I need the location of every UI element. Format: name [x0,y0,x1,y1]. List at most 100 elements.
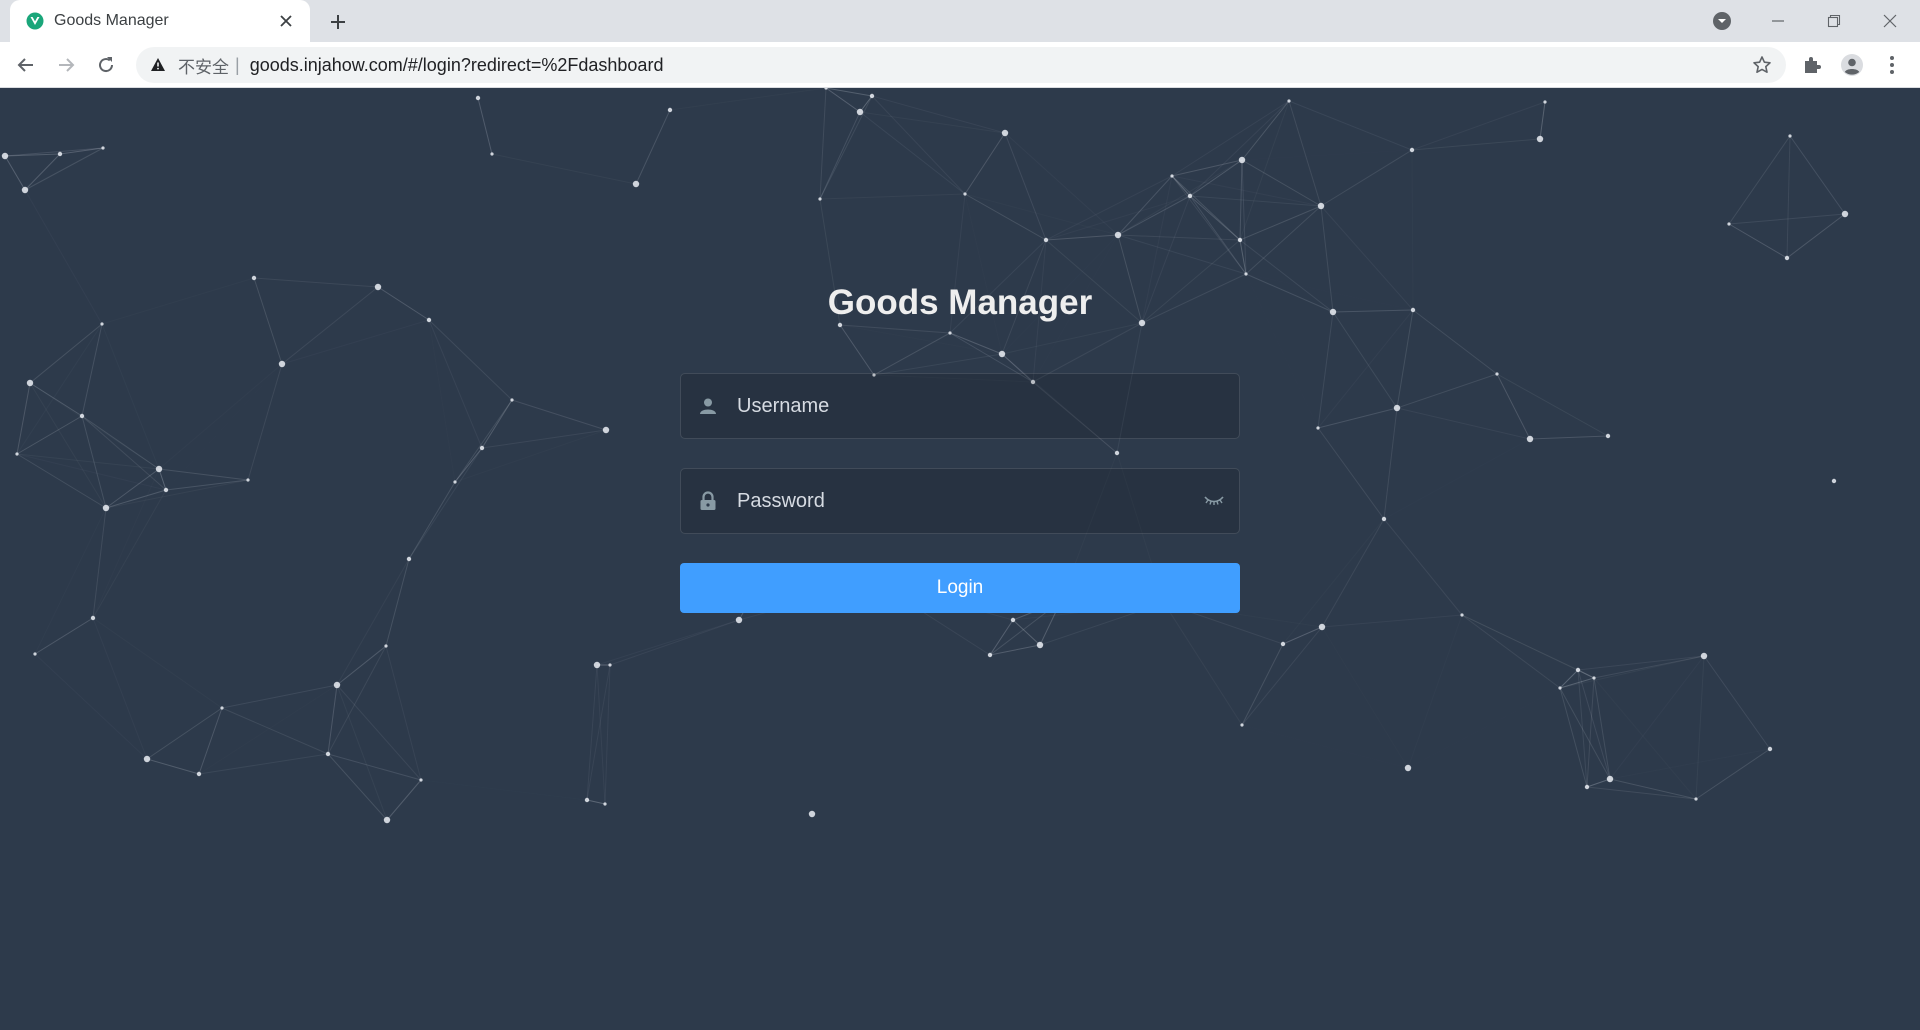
password-input[interactable] [735,470,1199,532]
network-dot-66 [26,379,34,387]
tab-search-chevron-icon[interactable] [1710,9,1734,33]
password-field [680,468,1240,534]
new-tab-plus-icon[interactable] [324,8,352,36]
network-dot-4 [475,95,481,101]
network-line-91 [1384,439,1530,519]
network-line-212 [198,753,329,775]
network-line-89 [1529,435,1609,440]
network-line-80 [1317,311,1334,429]
network-dot-58 [479,445,485,451]
network-line-90 [1396,407,1531,440]
security-label[interactable]: 不安全 [178,53,229,78]
network-dot-3 [21,186,29,194]
network-dot-83 [384,644,388,648]
network-line-122 [1383,407,1398,520]
network-dot-98 [1788,134,1792,138]
network-line-94 [1728,135,1791,225]
network-dot-0 [1,152,9,160]
network-dot-60 [374,283,382,291]
network-dot-24 [1329,308,1337,316]
network-line-186 [29,382,107,509]
page-title: Goods Manager [827,283,1093,322]
network-line-154 [596,619,740,666]
network-line-250 [1586,778,1611,788]
login-button[interactable]: Login [680,563,1240,613]
username-input[interactable] [735,375,1239,437]
network-dot-23 [1244,272,1248,276]
network-dot-86 [603,802,607,806]
network-line-180 [17,324,102,454]
network-line-210 [198,707,223,775]
network-dot-11 [818,197,822,201]
network-dot-80 [419,778,423,782]
kebab-menu-icon[interactable] [1876,49,1908,81]
network-dot-32 [963,192,967,196]
network-dot-49 [1010,617,1016,623]
network-line-228 [586,664,598,801]
network-dot-92 [1694,797,1698,801]
network-line-61 [1320,149,1413,207]
network-line-81 [1332,311,1398,409]
network-dot-16 [1187,193,1193,199]
network-line-242 [1703,655,1771,750]
network-dot-20 [1543,100,1547,104]
network-dot-33 [1114,231,1122,239]
network-line-6 [25,190,102,324]
warning-triangle-icon [148,55,168,75]
minimize-icon[interactable] [1750,0,1806,42]
network-line-145 [989,619,1014,656]
puzzle-icon[interactable] [1796,49,1828,81]
back-arrow-icon[interactable] [10,49,42,81]
network-line-97 [1786,135,1791,259]
network-line-206 [93,618,222,708]
star-icon[interactable] [1746,49,1778,81]
forward-arrow-icon[interactable] [50,49,82,81]
url-text[interactable]: goods.injahow.com/#/login?redirect=%2Fda… [250,55,1746,76]
tab-close-icon[interactable] [274,9,298,33]
network-line-133 [1241,626,1323,726]
network-dot-13 [1043,237,1049,243]
network-dot-26 [1495,372,1499,376]
network-line-29 [1045,175,1173,241]
network-line-153 [609,619,740,666]
network-dot-95 [1558,686,1562,690]
network-line-95 [1786,213,1846,259]
network-line-202 [92,507,107,619]
network-line-123 [1383,518,1463,616]
network-line-248 [1609,778,1697,800]
network-dot-2 [101,146,105,150]
network-dot-43 [1381,516,1387,522]
network-dot-93 [1606,775,1614,783]
network-line-166 [454,399,513,483]
network-line-170 [253,277,379,288]
avatar-icon[interactable] [1836,49,1868,81]
network-dot-70 [163,487,169,493]
network-line-215 [327,684,338,755]
network-line-240 [1586,677,1595,788]
network-line-230 [586,799,606,805]
network-dot-17 [1287,99,1291,103]
network-dot-64 [251,275,257,281]
eye-closed-icon[interactable] [1199,486,1229,516]
network-line-52 [1189,100,1290,197]
address-bar[interactable]: 不安全 | goods.injahow.com/#/login?redirect… [136,47,1786,83]
network-line-92 [1728,213,1846,225]
browser-tab[interactable]: Goods Manager [10,0,310,42]
network-line-208 [146,758,200,775]
network-line-174 [159,364,282,469]
network-line-1 [4,147,104,157]
network-dot-78 [333,681,341,689]
restore-icon[interactable] [1806,0,1862,42]
network-line-68 [1412,150,1413,310]
network-line-128 [1461,614,1595,679]
network-line-20 [819,95,873,200]
network-dot-63 [278,360,286,368]
window-close-icon[interactable] [1862,0,1918,42]
network-dot-69 [155,465,163,473]
page-viewport: Goods Manager Login [0,88,1920,1030]
network-line-93 [1728,223,1788,259]
reload-icon[interactable] [90,49,122,81]
network-dot-73 [90,615,96,621]
network-dot-10 [869,93,875,99]
network-line-246 [1695,748,1771,800]
